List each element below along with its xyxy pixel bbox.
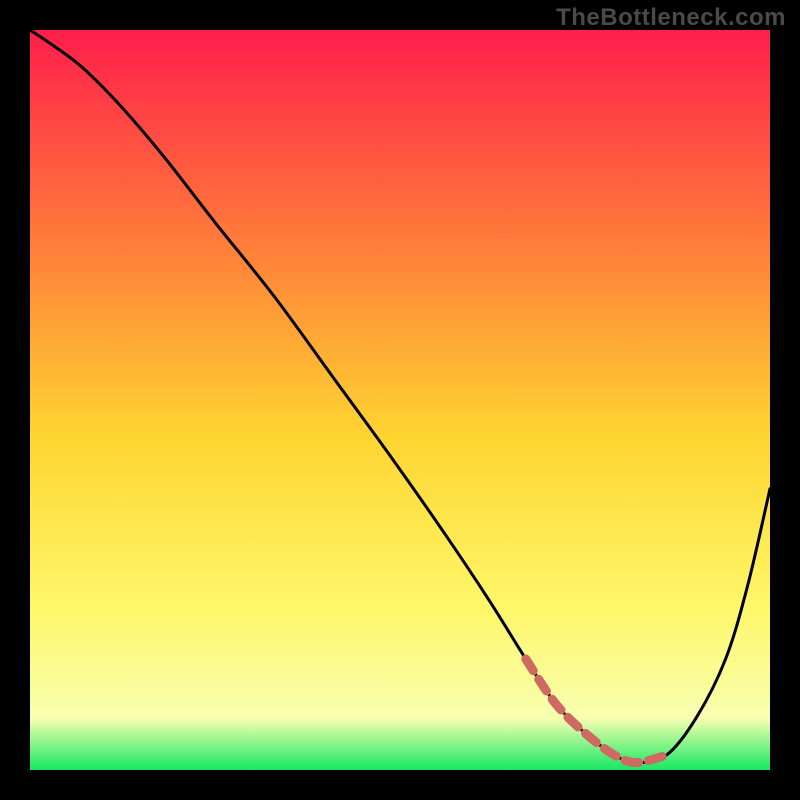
plot-area [30, 30, 770, 770]
plot-svg [30, 30, 770, 770]
watermark-text: TheBottleneck.com [556, 4, 786, 32]
gradient-background [30, 30, 770, 770]
chart-frame: TheBottleneck.com [0, 0, 800, 800]
